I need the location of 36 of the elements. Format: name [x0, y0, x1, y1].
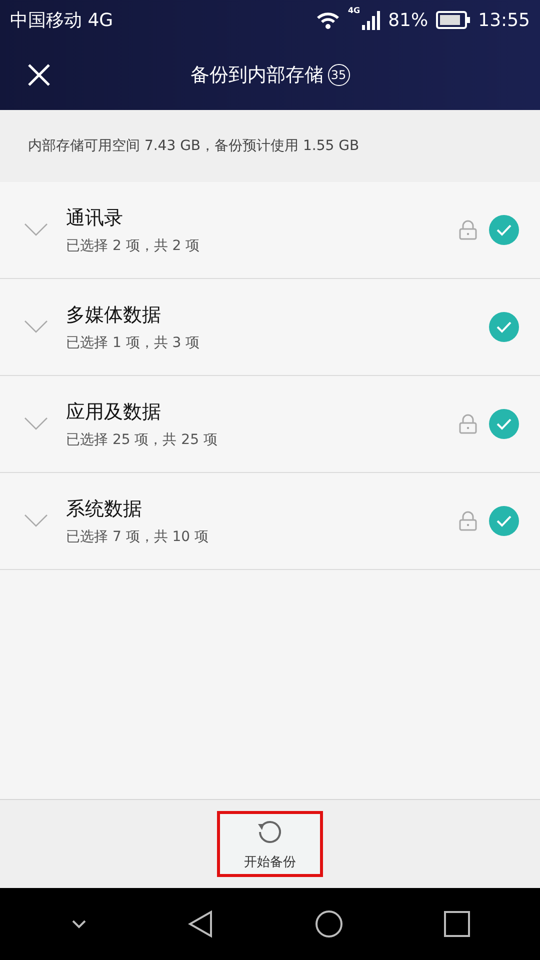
expand-chevron-icon[interactable]: [24, 223, 48, 237]
recents-icon[interactable]: [444, 911, 470, 937]
selection-summary: 已选择 2 项，共 2 项: [66, 237, 201, 255]
battery-percent: 81%: [388, 10, 428, 30]
network-label: 4G: [348, 6, 360, 15]
checkbox[interactable]: [489, 409, 519, 439]
home-icon[interactable]: [314, 910, 342, 938]
selection-summary: 已选择 7 项，共 10 项: [66, 528, 210, 546]
checkbox[interactable]: [489, 506, 519, 536]
close-button[interactable]: [26, 62, 52, 88]
checkmark-icon: [496, 321, 512, 333]
count-badge: 35: [328, 64, 350, 86]
signal-icon: [362, 10, 380, 30]
start-backup-button[interactable]: 开始备份: [217, 811, 323, 877]
back-icon[interactable]: [188, 910, 214, 938]
checkmark-icon: [496, 515, 512, 527]
chevron-down-icon[interactable]: [70, 919, 86, 929]
checkmark-icon: [496, 224, 512, 236]
checkbox[interactable]: [489, 312, 519, 342]
expand-chevron-icon[interactable]: [24, 514, 48, 528]
storage-info: 内部存储可用空间 7.43 GB，备份预计使用 1.55 GB: [0, 110, 540, 182]
battery-icon: [436, 11, 470, 29]
wifi-icon: [316, 11, 340, 29]
checkmark-icon: [496, 418, 512, 430]
category-name: 多媒体数据: [66, 303, 162, 328]
selection-summary: 已选择 1 项，共 3 项: [66, 334, 201, 352]
expand-chevron-icon[interactable]: [24, 320, 48, 334]
expand-chevron-icon[interactable]: [24, 417, 48, 431]
clock: 13:55: [478, 10, 530, 30]
checkbox[interactable]: [489, 215, 519, 245]
page-title: 备份到内部存储: [190, 63, 324, 88]
category-name: 通讯录: [66, 206, 124, 231]
selection-summary: 已选择 25 项，共 25 项: [66, 431, 218, 449]
category-name: 应用及数据: [66, 400, 162, 425]
category-name: 系统数据: [66, 497, 143, 522]
carrier-label: 中国移动 4G: [10, 9, 114, 32]
